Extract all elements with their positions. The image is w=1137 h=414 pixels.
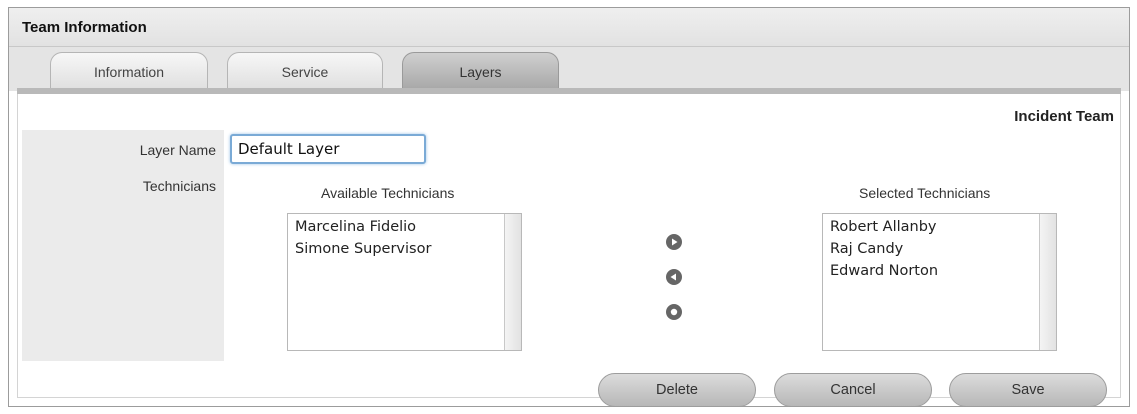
move-all-icon[interactable] [666, 304, 682, 320]
panel-header: Team Information [9, 8, 1129, 47]
move-left-icon[interactable] [666, 269, 682, 285]
list-item[interactable]: Simone Supervisor [295, 238, 503, 260]
selected-list-scrollbar[interactable] [1039, 214, 1056, 350]
team-name: Incident Team [1014, 108, 1114, 125]
list-item[interactable]: Edward Norton [830, 260, 1038, 282]
tab-service[interactable]: Service [227, 52, 383, 88]
tab-layers[interactable]: Layers [402, 52, 559, 88]
panel-title: Team Information [22, 19, 147, 36]
layer-form: Incident Team Layer Name Technicians Ava… [17, 94, 1121, 407]
available-list-scrollbar[interactable] [504, 214, 521, 350]
label-column: Layer Name Technicians [22, 130, 224, 361]
available-technicians-list[interactable]: Marcelina Fidelio Simone Supervisor [287, 213, 522, 351]
delete-button[interactable]: Delete [598, 373, 756, 407]
selected-technicians-title: Selected Technicians [859, 185, 991, 201]
available-technicians-title: Available Technicians [321, 185, 455, 201]
move-right-icon[interactable] [666, 234, 682, 250]
cancel-button[interactable]: Cancel [774, 373, 932, 407]
layer-name-input[interactable] [230, 134, 426, 164]
list-item[interactable]: Robert Allanby [830, 216, 1038, 238]
list-item[interactable]: Marcelina Fidelio [295, 216, 503, 238]
layer-name-label: Layer Name [139, 142, 216, 158]
save-button[interactable]: Save [949, 373, 1107, 407]
tab-information[interactable]: Information [50, 52, 208, 88]
technicians-label: Technicians [142, 178, 216, 194]
team-information-panel: Team Information Information Service Lay… [8, 7, 1130, 407]
list-item[interactable]: Raj Candy [830, 238, 1038, 260]
selected-technicians-list[interactable]: Robert Allanby Raj Candy Edward Norton [822, 213, 1057, 351]
